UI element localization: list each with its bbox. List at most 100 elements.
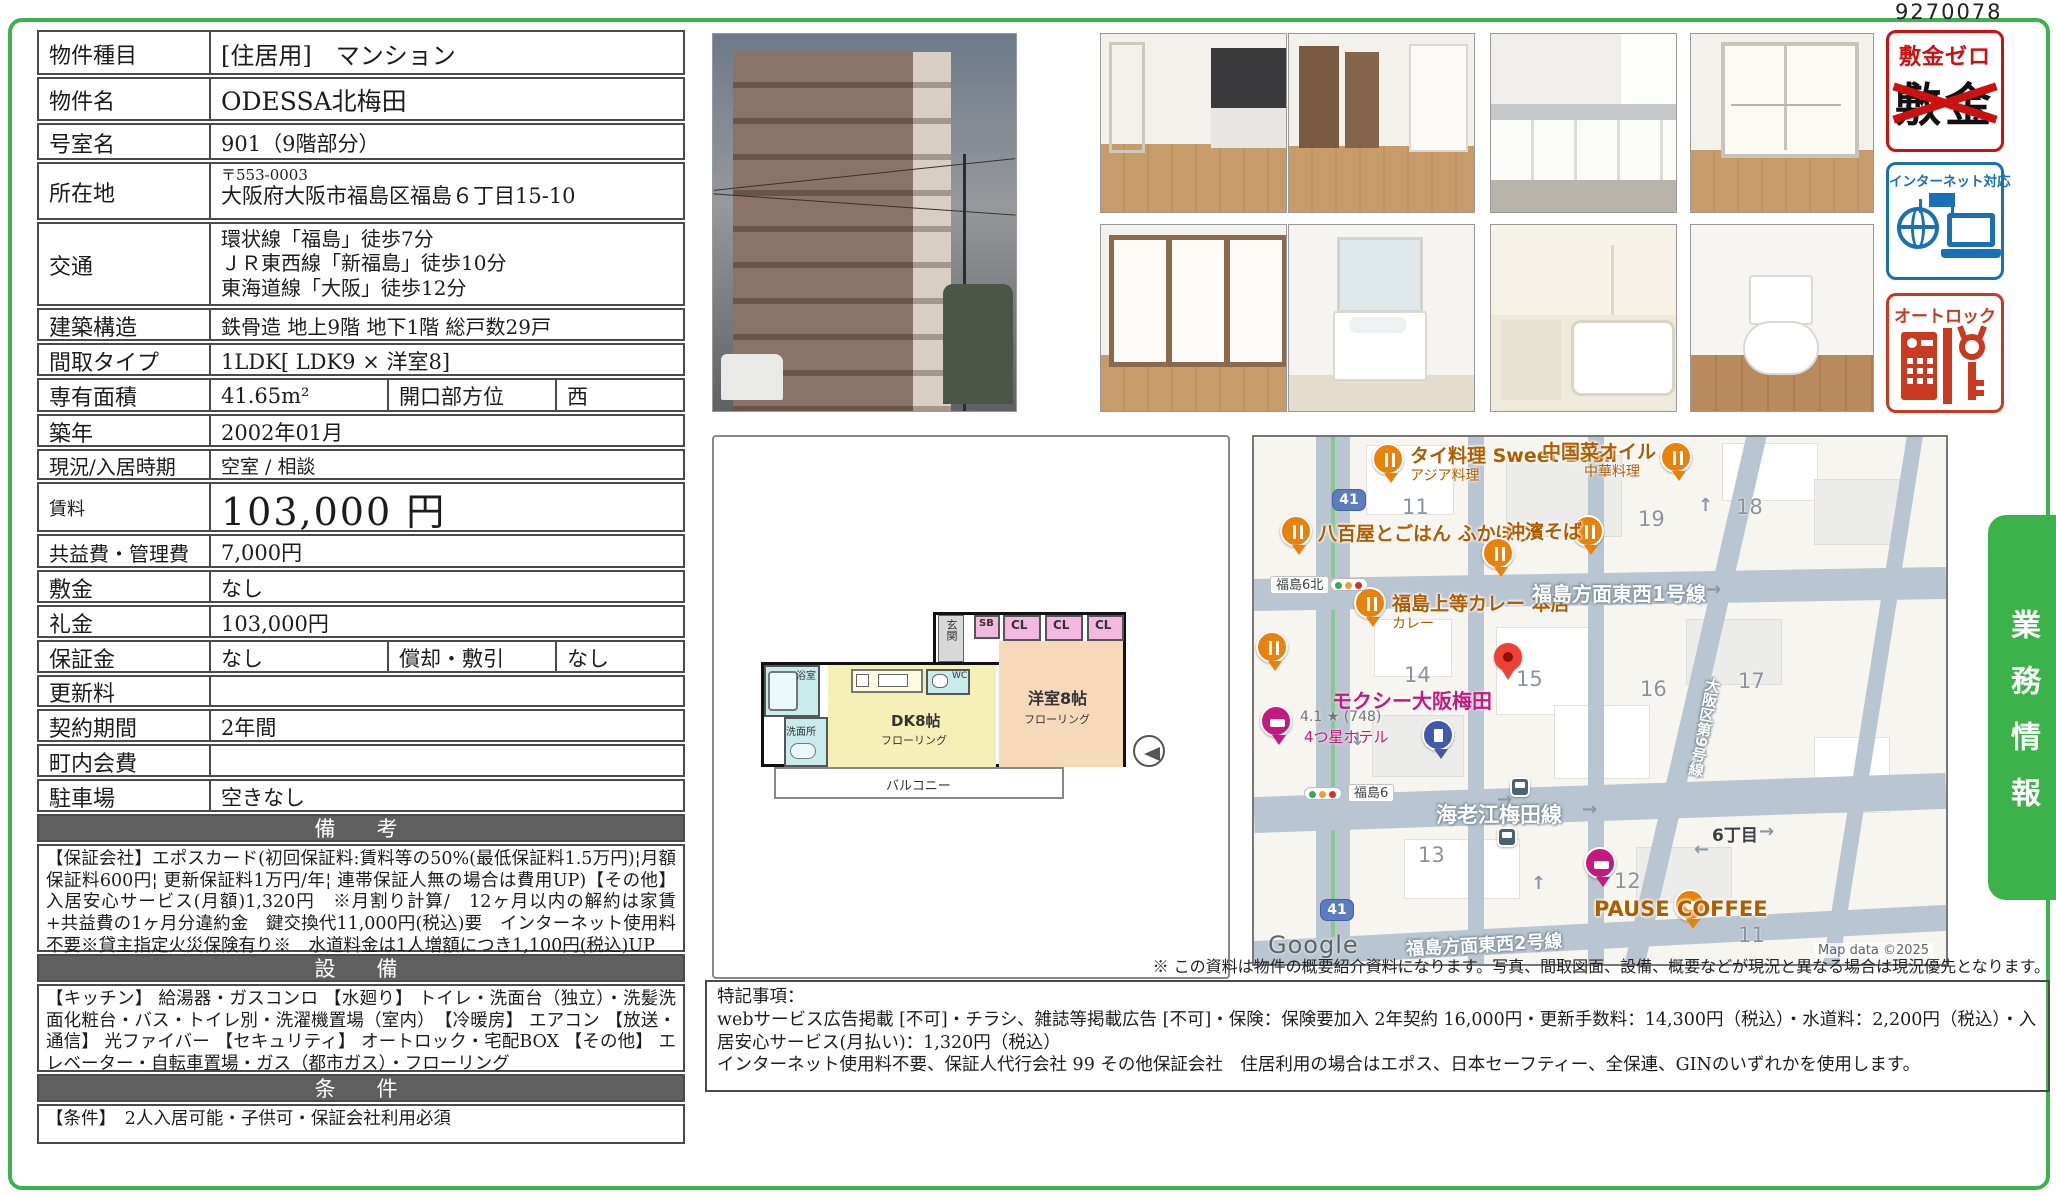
transport-line: ＪＲ東西線「新福島」徒歩10分 <box>221 251 677 275</box>
table-row: 交通 環状線「福島」徒歩7分ＪＲ東西線「新福島」徒歩10分東海道線「大阪」徒歩1… <box>37 222 685 306</box>
table-row: 共益費・管理費7,000円 <box>37 534 685 568</box>
row-value: 901（9階部分） <box>211 125 683 158</box>
row-label: 駐車場 <box>39 781 211 810</box>
oneway-arrow-icon: ↑ <box>1531 873 1546 894</box>
traffic-light-icon <box>1330 578 1368 591</box>
floorplan: バルコニー 浴室 洗面所 DK8帖 フローリング WC 玄関 SB <box>756 585 1196 825</box>
western-room-label: 洋室8帖 <box>1028 685 1087 709</box>
restaurant-pin <box>1354 587 1386 619</box>
bath-label: 浴室 <box>796 667 816 682</box>
photo-toilet <box>1690 224 1874 412</box>
restaurant-pin <box>1256 631 1288 663</box>
conditions-header: 条 件 <box>37 1074 685 1102</box>
traffic-light-icon <box>1304 787 1342 800</box>
row-label: 現況/入居時期 <box>39 451 211 478</box>
table-row: 契約期間2年間 <box>37 709 685 742</box>
special-notes-line: インターネット使用料不要、保証人代行会社 99 その他保証会社 住居利用の場合は… <box>717 1054 2038 1077</box>
badge-internet: インターネット対応 <box>1886 162 2004 280</box>
badge-no-deposit: 敷金ゼロ 敷金 <box>1886 30 2004 152</box>
hotel-pin <box>1584 847 1616 879</box>
block-number: 19 <box>1638 507 1665 531</box>
route-shield: 41 <box>1320 899 1354 921</box>
remarks-text: 【保証会社】エポスカード(初回保証料:賃料等の50%(最低保証料1.5万円)¦月… <box>37 844 685 952</box>
oneway-arrow-icon: ← <box>1694 839 1709 860</box>
block-number: 18 <box>1736 495 1763 519</box>
block-number: 15 <box>1516 667 1543 691</box>
photo-kitchen <box>1490 33 1677 213</box>
row-label: 所在地 <box>39 164 211 218</box>
row-value: 1LDK[ LDK9 × 洋室8] <box>211 345 683 374</box>
washroom-label: 洗面所 <box>786 723 816 738</box>
poi-soba-label: 沖濱そば <box>1506 517 1582 544</box>
dk-label: DK8帖 <box>891 710 941 731</box>
row-value: なし <box>211 572 683 601</box>
equipment-header: 設 備 <box>37 954 685 982</box>
transport-line: 環状線「福島」徒歩7分 <box>221 227 677 251</box>
row-value: 環状線「福島」徒歩7分ＪＲ東西線「新福島」徒歩10分東海道線「大阪」徒歩12分 <box>211 224 683 304</box>
bus-stop-icon <box>1510 777 1530 797</box>
photo-livingroom-kitchen <box>1100 33 1287 213</box>
row-label: 専有面積 <box>39 380 211 410</box>
page-number: 9270078 <box>1895 0 2003 24</box>
special-notes-heading: 特記事項： <box>717 986 2038 1009</box>
dk-flooring-label: フローリング <box>881 732 947 748</box>
block-number: 14 <box>1404 663 1431 687</box>
wc-label: WC <box>952 671 967 681</box>
badge-autolock-title: オートロック <box>1889 302 2001 327</box>
photo-building-exterior <box>712 33 1017 412</box>
row-value <box>211 677 683 705</box>
balcony-label: バルコニー <box>886 775 951 794</box>
special-notes-box: 特記事項： webサービス広告掲載 [不可]・チラシ、雑誌等掲載広告 [不可]・… <box>705 980 2050 1092</box>
block-number: 16 <box>1640 677 1667 701</box>
table-row: 現況/入居時期空室 / 相談 <box>37 449 685 480</box>
table-row: 号室名901（9階部分） <box>37 123 685 160</box>
table-row: 賃料103,000 円 <box>37 482 685 532</box>
hotel-rating: 4.1 ★ (748) <box>1300 709 1381 725</box>
table-row: 間取タイプ1LDK[ LDK9 × 洋室8] <box>37 343 685 376</box>
badge-internet-title: インターネット対応 <box>1889 170 2001 190</box>
oneway-arrow-icon: → <box>1582 799 1597 820</box>
row-value: 〒553-0003大阪府大阪市福島区福島６丁目15-10 <box>211 164 683 218</box>
laptop-icon <box>1947 213 1995 247</box>
oneway-arrow-icon: → <box>1706 579 1721 600</box>
row-label: 開口部方位 <box>389 380 557 410</box>
table-row: 物件名ODESSA北梅田 <box>37 77 685 121</box>
entrance-label: 玄関 <box>943 619 959 641</box>
row-value: [住居用] マンション <box>211 32 683 73</box>
restaurant-pin <box>1372 443 1404 475</box>
row-value: 空きなし <box>211 781 683 810</box>
transport-line: 東海道線「大阪」徒歩12分 <box>221 276 677 300</box>
row-value: 41.65m² <box>211 380 389 410</box>
row-value: なし <box>557 642 683 671</box>
remarks-header: 備 考 <box>37 814 685 842</box>
cl-label: CL <box>1011 618 1027 632</box>
floorplan-panel: バルコニー 浴室 洗面所 DK8帖 フローリング WC 玄関 SB <box>712 435 1230 979</box>
bus-stop-icon <box>1497 827 1517 847</box>
poi-thai-sub: アジア料理 <box>1410 465 1479 485</box>
row-label: 築年 <box>39 416 211 445</box>
map-panel: タイ料理 Sweet Basil アジア料理 中国菜オイル 中華料理 八百屋とご… <box>1252 435 1948 966</box>
business-info-tab: 業務情報 <box>1988 515 2056 900</box>
address-text: 大阪府大阪市福島区福島６丁目15-10 <box>221 184 677 208</box>
row-value: 2002年01月 <box>211 416 683 445</box>
route-shield: 41 <box>1332 489 1366 511</box>
intersection-label: 福島6北 <box>1270 576 1329 594</box>
row-label: 物件名 <box>39 79 211 119</box>
table-row: 駐車場空きなし <box>37 779 685 812</box>
row-label: 保証金 <box>39 642 211 671</box>
cl-label: CL <box>1053 618 1069 632</box>
row-value: 鉄骨造 地上9階 地下1階 総戸数29戸 <box>211 310 683 339</box>
intersection-label: 福島6 <box>1348 784 1394 802</box>
badge-autolock: オートロック <box>1886 293 2004 413</box>
property-table: 物件種目[住居用] マンション 物件名ODESSA北梅田 号室名901（9階部分… <box>37 30 685 1144</box>
block-number: 11 <box>1738 923 1765 947</box>
row-label: 交通 <box>39 224 211 304</box>
row-label: 賃料 <box>39 484 211 530</box>
sb-label: SB <box>979 618 994 629</box>
row-value: 2年間 <box>211 711 683 740</box>
rent-value: 103,000 円 <box>211 484 683 530</box>
row-value: なし <box>211 642 389 671</box>
oneway-arrow-icon: → <box>1759 821 1774 842</box>
table-row: 敷金なし <box>37 570 685 603</box>
road-ew1-label: 福島方面東西1号線 <box>1532 578 1706 607</box>
